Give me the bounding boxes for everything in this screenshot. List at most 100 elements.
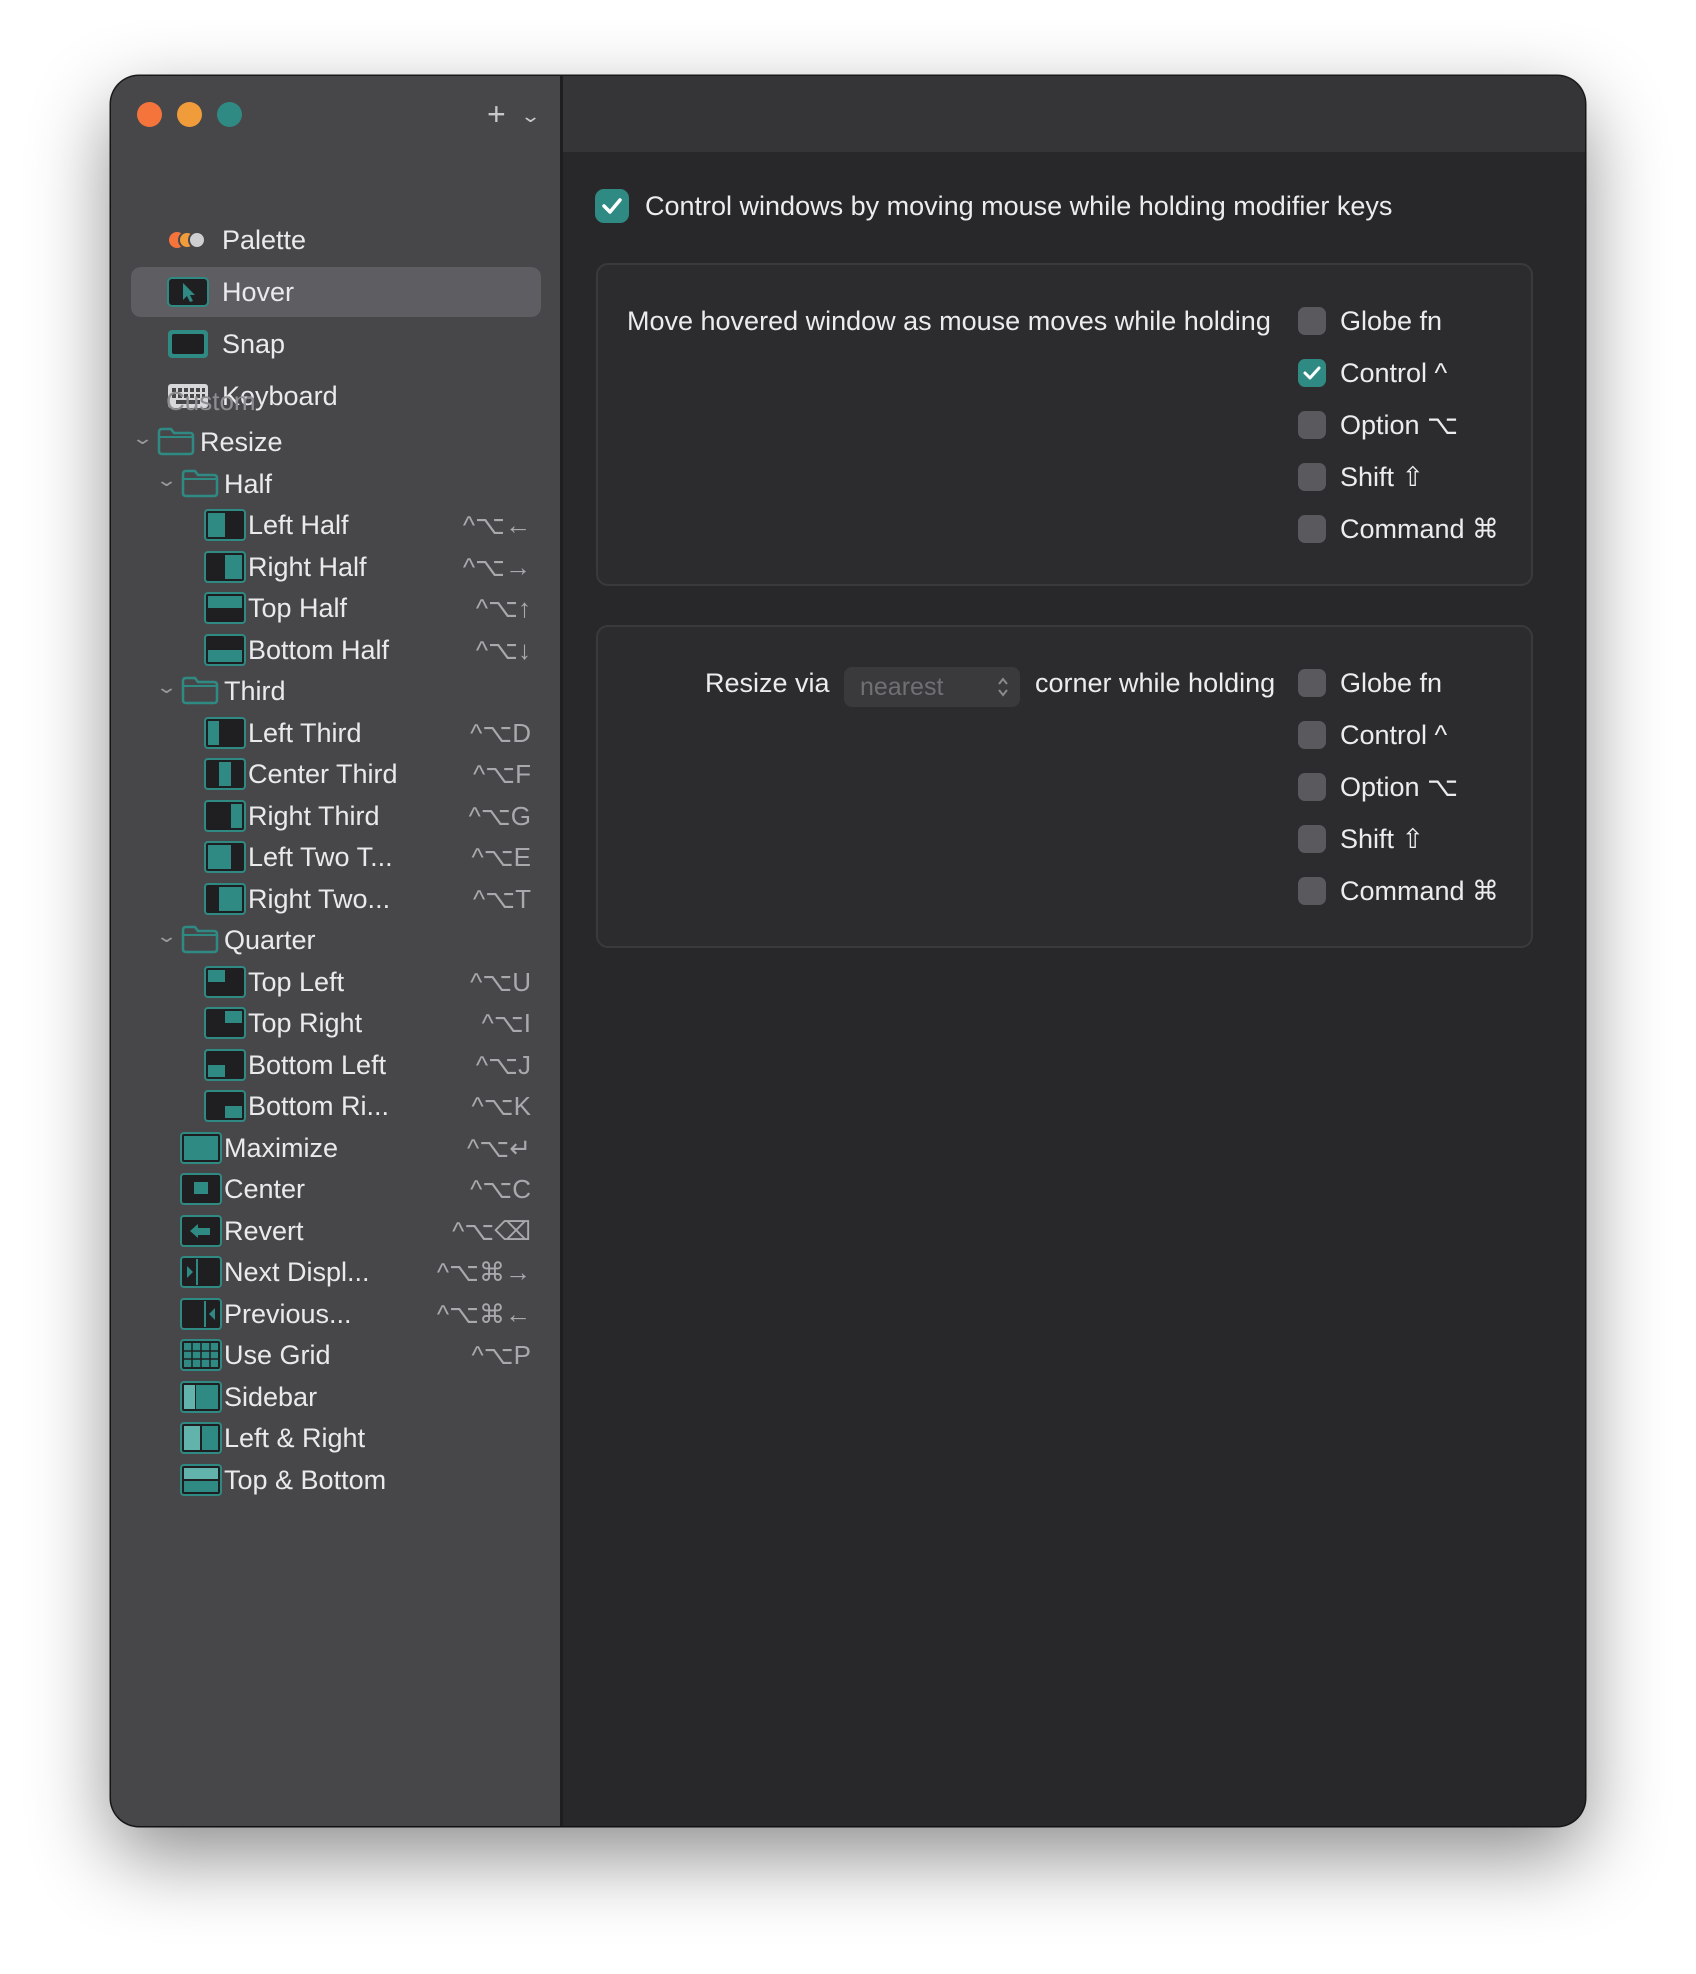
top-right-icon (204, 1007, 246, 1039)
tree-label: Left Third (248, 718, 362, 748)
left-two-thirds-icon (204, 841, 246, 873)
modifier-label: Globe fn (1340, 668, 1443, 698)
cursor-icon (167, 277, 209, 307)
shortcut-label: ^⌥K (471, 1091, 531, 1121)
zoom-window-button[interactable] (217, 102, 242, 127)
tree-item-use-grid[interactable]: Use Grid ^⌥P (111, 1331, 531, 1379)
sidebar: + ⌄ Palette Hover Snap Keyboard Custom ⌄… (111, 76, 563, 1826)
previous-display-icon (180, 1298, 222, 1330)
tree-label: Center Third (248, 759, 398, 789)
nav-item-label: Hover (222, 277, 295, 307)
tree-label: Bottom Ri... (248, 1091, 390, 1121)
move-panel-label: Move hovered window as mouse moves while… (627, 306, 1271, 336)
modifier-checkbox[interactable] (1298, 411, 1326, 439)
right-two-thirds-icon (204, 883, 246, 915)
modifier-label: Option ⌥ (1340, 772, 1459, 802)
tree-label: Top Left (248, 967, 345, 997)
resize-panel: Resize via nearest corner while holding … (596, 625, 1533, 948)
chevron-down-icon[interactable]: ⌄ (155, 677, 178, 698)
checkmark-icon (1303, 366, 1321, 380)
modifier-checkbox[interactable] (1298, 463, 1326, 491)
shortcut-label: ^⌥↑ (475, 593, 531, 623)
tree-folder-quarter[interactable]: ⌄ Quarter (111, 916, 531, 964)
tree-folder-resize[interactable]: ⌄ Resize (111, 418, 531, 466)
revert-icon (180, 1215, 222, 1247)
top-left-icon (204, 966, 246, 998)
nav-item-snap[interactable]: Snap (131, 319, 541, 369)
shortcut-label: ^⌥↓ (475, 635, 531, 665)
tree-item-left-right[interactable]: Left & Right (111, 1414, 531, 1462)
tree-item-center-third[interactable]: Center Third ^⌥F (111, 750, 531, 798)
tree-label: Right Two... (248, 884, 391, 914)
tree-label: Left Two T... (248, 842, 393, 872)
right-half-icon (204, 551, 246, 583)
checkmark-icon (602, 198, 622, 214)
shortcut-label: ^⌥E (471, 842, 531, 872)
tree-label: Center (224, 1174, 306, 1204)
app-window: + ⌄ Palette Hover Snap Keyboard Custom ⌄… (111, 76, 1585, 1826)
main-content: ? Control windows (563, 76, 1585, 1826)
tree-item-top-half[interactable]: Top Half ^⌥↑ (111, 584, 531, 632)
shortcut-label: ^⌥T (472, 884, 531, 914)
tree-label: Top Right (248, 1008, 363, 1038)
close-window-button[interactable] (137, 102, 162, 127)
shortcut-label: ^⌥J (475, 1050, 531, 1080)
shortcut-label: ^⌥⌫ (452, 1216, 531, 1246)
modifier-checkbox[interactable] (1298, 669, 1326, 697)
shortcut-label: ^⌥↵ (467, 1133, 531, 1163)
shortcut-label: ^⌥⌘← (436, 1299, 531, 1329)
modifier-label: Control ^ (1340, 720, 1448, 750)
master-enable-checkbox[interactable] (595, 189, 629, 223)
tree-label: Revert (224, 1216, 304, 1246)
modifier-checkbox[interactable] (1298, 307, 1326, 335)
corner-select-value: nearest (860, 673, 944, 701)
sidebar-icon (180, 1381, 222, 1413)
nav-item-label: Snap (222, 329, 286, 359)
modifier-checkbox[interactable] (1298, 877, 1326, 905)
tree-label: Top Half (248, 593, 348, 623)
center-icon (180, 1173, 222, 1205)
tree-item-top-right[interactable]: Top Right ^⌥I (111, 999, 531, 1047)
tree-item-bottom-ri[interactable]: Bottom Ri... ^⌥K (111, 1082, 531, 1130)
shortcut-label: ^⌥U (470, 967, 531, 997)
shortcut-label: ^⌥← (462, 510, 531, 540)
modifier-checkbox[interactable] (1298, 825, 1326, 853)
center-third-icon (204, 758, 246, 790)
shortcut-label: ^⌥P (471, 1340, 531, 1370)
chevron-down-icon[interactable]: ⌄ (155, 926, 178, 947)
add-icon[interactable]: + (487, 94, 506, 134)
folder-icon (181, 675, 219, 705)
tree-label: Previous... (224, 1299, 352, 1329)
minimize-window-button[interactable] (177, 102, 202, 127)
shortcut-label: ^⌥→ (462, 552, 531, 582)
tree-item-center[interactable]: Center ^⌥C (111, 1165, 531, 1213)
folder-icon (181, 924, 219, 954)
modifier-checkbox[interactable] (1298, 359, 1326, 387)
modifier-checkbox[interactable] (1298, 721, 1326, 749)
tree-item-top-bottom[interactable]: Top & Bottom (111, 1456, 531, 1504)
bottom-half-icon (204, 634, 246, 666)
snap-icon (168, 330, 208, 358)
modifier-checkbox[interactable] (1298, 515, 1326, 543)
nav-item-hover[interactable]: Hover (131, 267, 541, 317)
tree-folder-third[interactable]: ⌄ Third (111, 667, 531, 715)
master-enable-label: Control windows by moving mouse while ho… (645, 191, 1393, 221)
modifier-label: Shift ⇧ (1340, 824, 1425, 854)
chevron-down-icon[interactable]: ⌄ (155, 470, 178, 491)
tree-item-left-half[interactable]: Left Half ^⌥← (111, 501, 531, 549)
shortcut-label: ^⌥D (470, 718, 531, 748)
tree-label: Maximize (224, 1133, 339, 1163)
tree-item-next-displ[interactable]: Next Displ... ^⌥⌘→ (111, 1248, 531, 1296)
chevron-down-icon[interactable]: ⌄ (131, 428, 154, 449)
left-half-icon (204, 509, 246, 541)
maximize-icon (180, 1132, 222, 1164)
shortcut-label: ^⌥⌘→ (436, 1257, 531, 1287)
tree-label: Half (224, 469, 273, 499)
add-menu-chevron-icon[interactable]: ⌄ (520, 100, 541, 132)
tree-label: Quarter (224, 925, 316, 955)
modifier-checkbox[interactable] (1298, 773, 1326, 801)
nav-item-palette[interactable]: Palette (131, 215, 541, 265)
tree-item-left-two-t[interactable]: Left Two T... ^⌥E (111, 833, 531, 881)
tree-label: Top & Bottom (224, 1465, 387, 1495)
corner-select[interactable]: nearest (844, 667, 1020, 707)
